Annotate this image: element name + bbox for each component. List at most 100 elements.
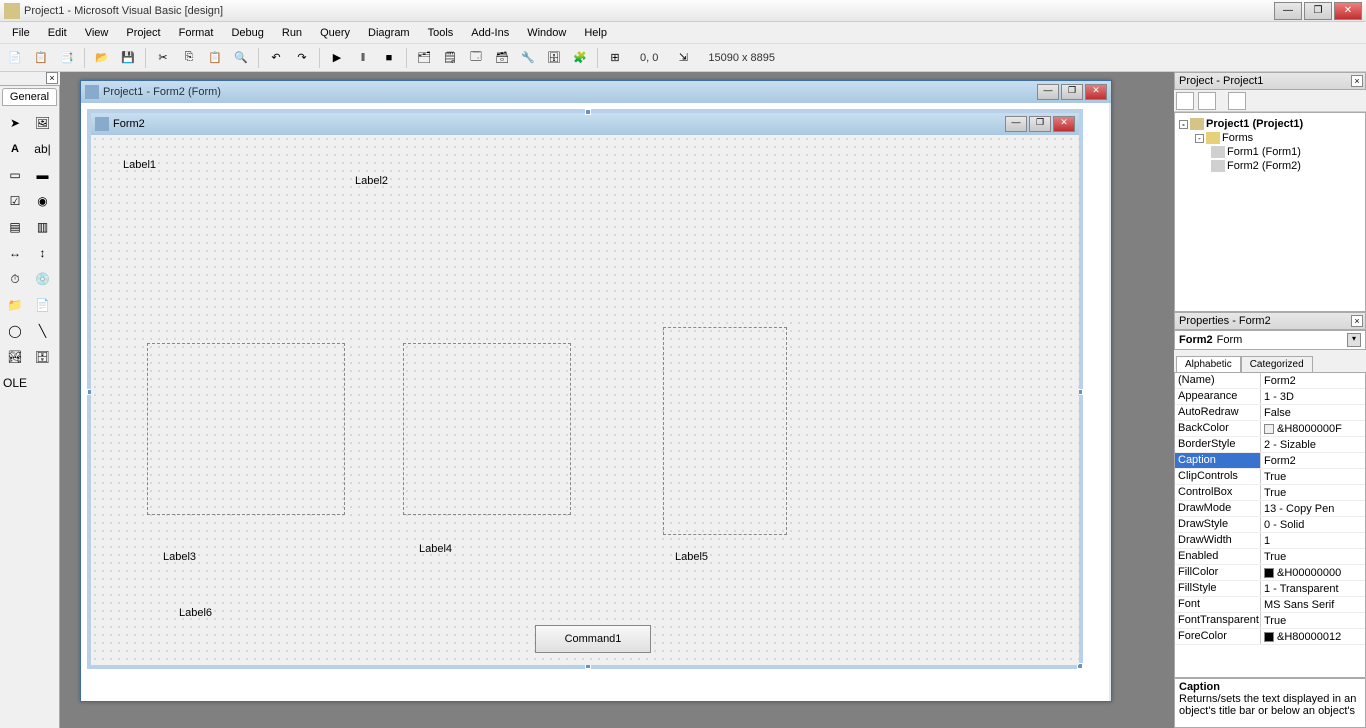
toolbox-tab-general[interactable]: General <box>2 88 57 106</box>
project-tree[interactable]: -Project1 (Project1) -Forms Form1 (Form1… <box>1174 112 1366 312</box>
form-layout-button[interactable]: 🗔 <box>465 47 487 69</box>
checkbox-tool[interactable]: ☑ <box>4 190 26 212</box>
tab-alphabetic[interactable]: Alphabetic <box>1176 356 1241 372</box>
menu-query[interactable]: Query <box>312 25 358 41</box>
commandbutton-tool[interactable]: ▬ <box>32 164 54 186</box>
menu-window[interactable]: Window <box>519 25 574 41</box>
property-grid[interactable]: (Name)Form2Appearance1 - 3DAutoRedrawFal… <box>1174 372 1366 678</box>
child-minimize[interactable]: — <box>1037 84 1059 100</box>
hscrollbar-tool[interactable]: ↔ <box>4 242 26 264</box>
property-row-caption[interactable]: CaptionForm2 <box>1175 453 1365 469</box>
command1-button[interactable]: Command1 <box>535 625 651 653</box>
property-row-name[interactable]: (Name)Form2 <box>1175 373 1365 389</box>
property-row-forecolor[interactable]: ForeColor&H80000012 <box>1175 629 1365 645</box>
project-explorer-button[interactable]: 🗂 <box>413 47 435 69</box>
maximize-button[interactable]: ❐ <box>1304 2 1332 20</box>
property-row-font[interactable]: FontMS Sans Serif <box>1175 597 1365 613</box>
line-tool[interactable]: ╲ <box>32 320 54 342</box>
component-button[interactable]: 🧩 <box>569 47 591 69</box>
menu-help[interactable]: Help <box>576 25 615 41</box>
menu-format[interactable]: Format <box>171 25 222 41</box>
dirlistbox-tool[interactable]: 📁 <box>4 294 26 316</box>
properties-pane-close[interactable]: × <box>1351 315 1363 327</box>
view-object-button[interactable] <box>1198 92 1216 110</box>
timer-tool[interactable]: ⏱ <box>4 268 26 290</box>
tree-forms-folder[interactable]: Forms <box>1222 132 1253 144</box>
label5[interactable]: Label5 <box>675 551 708 563</box>
shape-tool[interactable]: ◯ <box>4 320 26 342</box>
paste-button[interactable]: 📋 <box>204 47 226 69</box>
child-maximize[interactable]: ❐ <box>1061 84 1083 100</box>
design-surface[interactable]: Form2 — ❐ ✕ Label1 Label2 Label3 <box>81 103 1109 701</box>
ole-tool[interactable]: OLE <box>4 372 26 394</box>
find-button[interactable]: 🔍 <box>230 47 252 69</box>
image2[interactable] <box>403 343 571 515</box>
pointer-tool[interactable]: ➤ <box>4 112 26 134</box>
tab-categorized[interactable]: Categorized <box>1241 356 1313 372</box>
view-code-button[interactable] <box>1176 92 1194 110</box>
menu-edit[interactable]: Edit <box>40 25 75 41</box>
child-close[interactable]: ✕ <box>1085 84 1107 100</box>
undo-button[interactable]: ↶ <box>265 47 287 69</box>
menu-file[interactable]: File <box>4 25 38 41</box>
copy-button[interactable]: ⎘ <box>178 47 200 69</box>
property-row-backcolor[interactable]: BackColor&H8000000F <box>1175 421 1365 437</box>
property-object-selector[interactable]: Form2Form ▾ <box>1174 330 1366 350</box>
label3[interactable]: Label3 <box>163 551 196 563</box>
property-row-controlbox[interactable]: ControlBoxTrue <box>1175 485 1365 501</box>
form2-designer[interactable]: Form2 — ❐ ✕ Label1 Label2 Label3 <box>87 109 1083 669</box>
tree-project-root[interactable]: Project1 (Project1) <box>1206 118 1303 130</box>
save-button[interactable]: 💾 <box>117 47 139 69</box>
chevron-down-icon[interactable]: ▾ <box>1347 333 1361 347</box>
property-row-drawstyle[interactable]: DrawStyle0 - Solid <box>1175 517 1365 533</box>
image3[interactable] <box>663 327 787 535</box>
label4[interactable]: Label4 <box>419 543 452 555</box>
object-browser-button[interactable]: 🗃 <box>491 47 513 69</box>
add-project-button[interactable]: 📄 <box>4 47 26 69</box>
property-row-appearance[interactable]: Appearance1 - 3D <box>1175 389 1365 405</box>
property-row-fonttransparent[interactable]: FontTransparentTrue <box>1175 613 1365 629</box>
property-row-clipcontrols[interactable]: ClipControlsTrue <box>1175 469 1365 485</box>
tree-form2[interactable]: Form2 (Form2) <box>1227 160 1301 172</box>
start-button[interactable]: ▶ <box>326 47 348 69</box>
property-row-enabled[interactable]: EnabledTrue <box>1175 549 1365 565</box>
image1[interactable] <box>147 343 345 515</box>
toggle-folders-button[interactable] <box>1228 92 1246 110</box>
listbox-tool[interactable]: ▥ <box>32 216 54 238</box>
redo-button[interactable]: ↷ <box>291 47 313 69</box>
minimize-button[interactable]: — <box>1274 2 1302 20</box>
label2[interactable]: Label2 <box>355 175 388 187</box>
vscrollbar-tool[interactable]: ↕ <box>32 242 54 264</box>
label-tool[interactable]: A <box>4 138 26 160</box>
close-button[interactable]: ✕ <box>1334 2 1362 20</box>
menu-project[interactable]: Project <box>118 25 168 41</box>
property-row-drawmode[interactable]: DrawMode13 - Copy Pen <box>1175 501 1365 517</box>
menu-debug[interactable]: Debug <box>223 25 271 41</box>
menu-tools[interactable]: Tools <box>420 25 462 41</box>
label1[interactable]: Label1 <box>123 159 156 171</box>
add-form-button[interactable]: 📋 <box>30 47 52 69</box>
toolbox-close[interactable]: × <box>46 72 58 84</box>
cut-button[interactable]: ✂ <box>152 47 174 69</box>
property-row-fillstyle[interactable]: FillStyle1 - Transparent <box>1175 581 1365 597</box>
menu-view[interactable]: View <box>77 25 117 41</box>
menu-run[interactable]: Run <box>274 25 310 41</box>
property-row-drawwidth[interactable]: DrawWidth1 <box>1175 533 1365 549</box>
menu-diagram[interactable]: Diagram <box>360 25 418 41</box>
image-tool[interactable]: 🏞 <box>4 346 26 368</box>
toolbox-button[interactable]: 🔧 <box>517 47 539 69</box>
textbox-tool[interactable]: ab| <box>32 138 54 160</box>
drivelistbox-tool[interactable]: 💿 <box>32 268 54 290</box>
combobox-tool[interactable]: ▤ <box>4 216 26 238</box>
properties-button[interactable]: 🗒 <box>439 47 461 69</box>
tree-form1[interactable]: Form1 (Form1) <box>1227 146 1301 158</box>
menu-editor-button[interactable]: 📑 <box>56 47 78 69</box>
break-button[interactable]: ‖ <box>352 47 374 69</box>
project-pane-close[interactable]: × <box>1351 75 1363 87</box>
property-row-autoredraw[interactable]: AutoRedrawFalse <box>1175 405 1365 421</box>
data-tool[interactable]: 🗄 <box>32 346 54 368</box>
property-row-borderstyle[interactable]: BorderStyle2 - Sizable <box>1175 437 1365 453</box>
end-button[interactable]: ■ <box>378 47 400 69</box>
open-button[interactable]: 📂 <box>91 47 113 69</box>
label6[interactable]: Label6 <box>179 607 212 619</box>
